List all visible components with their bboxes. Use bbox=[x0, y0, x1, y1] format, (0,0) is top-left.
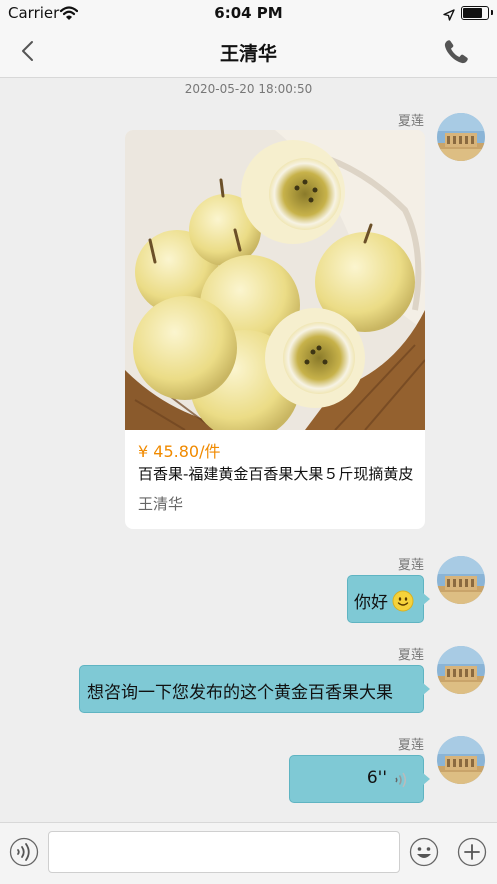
battery-icon bbox=[461, 6, 493, 20]
avatar[interactable] bbox=[437, 113, 485, 161]
phone-icon[interactable] bbox=[441, 37, 471, 67]
voice-duration: 6'' bbox=[366, 768, 387, 788]
sender-name: 夏莲 bbox=[397, 558, 424, 573]
product-image bbox=[125, 130, 425, 430]
smiley-icon bbox=[392, 590, 414, 617]
message-bubble[interactable]: 想咨询一下您发布的这个黄金百香果大果 bbox=[79, 665, 430, 713]
product-seller: 王清华 bbox=[138, 495, 184, 513]
sender-name: 夏莲 bbox=[397, 648, 424, 663]
sender-name: 夏莲 bbox=[397, 114, 424, 129]
clock: 6:04 PM bbox=[214, 4, 283, 22]
message-input[interactable] bbox=[48, 831, 400, 873]
message-text: 你好 bbox=[354, 593, 388, 613]
status-bar: Carrier 6:04 PM bbox=[0, 0, 497, 26]
product-card[interactable]: ¥ 45.80/件 百香果-福建黄金百香果大果５斤现摘黄皮 王清华 bbox=[125, 130, 425, 529]
message-timestamp: 2020-05-20 18:00:50 bbox=[184, 82, 313, 96]
message-text: 想咨询一下您发布的这个黄金百香果大果 bbox=[87, 683, 393, 703]
voice-message-bubble[interactable]: 6'' bbox=[289, 755, 430, 803]
plus-icon[interactable] bbox=[457, 837, 487, 867]
emoji-icon[interactable] bbox=[409, 837, 439, 867]
location-arrow-icon bbox=[443, 6, 455, 25]
avatar[interactable] bbox=[437, 646, 485, 694]
sender-name: 夏莲 bbox=[397, 738, 424, 753]
voice-wave-icon bbox=[393, 771, 407, 794]
battery-level bbox=[463, 8, 482, 18]
chevron-left-icon[interactable] bbox=[18, 40, 40, 62]
page-title: 王清华 bbox=[219, 43, 277, 65]
product-title: 百香果-福建黄金百香果大果５斤现摘黄皮 bbox=[138, 465, 414, 483]
avatar[interactable] bbox=[437, 556, 485, 604]
nav-bar: 王清华 bbox=[0, 26, 497, 78]
input-bar bbox=[0, 822, 497, 884]
avatar[interactable] bbox=[437, 736, 485, 784]
product-price: ¥ 45.80/件 bbox=[138, 442, 221, 461]
message-bubble[interactable]: 你好 bbox=[347, 575, 430, 623]
voice-icon[interactable] bbox=[9, 837, 39, 867]
